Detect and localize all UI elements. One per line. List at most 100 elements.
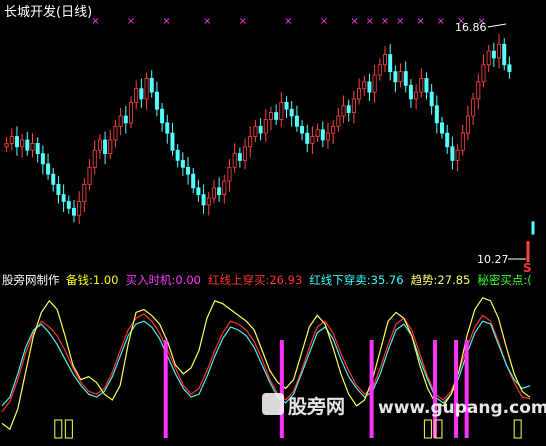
- candle-body: [4, 142, 9, 148]
- candle-body: [481, 64, 486, 83]
- candle-body: [160, 108, 165, 124]
- legend-item: 买入时机:0.00: [125, 273, 200, 287]
- candle-body: [217, 187, 222, 196]
- buy-timing-spike: [454, 340, 459, 438]
- high-price-label: 16.86: [455, 21, 487, 34]
- candle-body: [346, 105, 351, 114]
- signal-x-marker: ×: [239, 16, 247, 27]
- candle-body: [253, 125, 258, 137]
- candle-body: [118, 115, 123, 127]
- buy-timing-spike: [163, 340, 168, 438]
- candle-body: [465, 115, 470, 134]
- candle-body: [289, 108, 294, 117]
- candle-body: [367, 81, 372, 93]
- signal-x-marker: ×: [437, 16, 445, 27]
- candle-body: [196, 187, 201, 196]
- buy-timing-spike: [369, 340, 374, 438]
- candle-body: [336, 115, 341, 127]
- candle-body: [294, 115, 299, 127]
- buy-timing-spike: [279, 340, 284, 438]
- candle-body: [502, 43, 507, 66]
- candle-body: [398, 71, 403, 83]
- candle-body: [388, 54, 393, 72]
- candle-body: [40, 153, 45, 165]
- candle-body: [372, 74, 377, 93]
- candle-body: [331, 125, 336, 134]
- signal-x-marker: ×: [396, 16, 404, 27]
- signal-x-marker: ×: [366, 16, 374, 27]
- candle-body: [20, 139, 25, 148]
- candle-body: [377, 64, 382, 76]
- price-panel: 长城开发(日线) × × × × × × × × × × × × × × × 16.86 10.27 S: [4, 4, 535, 275]
- signal-x-marker: ×: [91, 16, 99, 27]
- candle-body: [139, 88, 144, 100]
- candle-body: [486, 50, 491, 66]
- candle-body: [279, 101, 284, 120]
- candle-body: [455, 149, 460, 161]
- signal-x-marker: ×: [416, 16, 424, 27]
- candle-body: [497, 43, 502, 59]
- candle-body: [9, 136, 14, 144]
- candle-body: [434, 105, 439, 124]
- tail-candle: [531, 221, 535, 235]
- candle-body: [232, 153, 237, 168]
- candle-body: [61, 194, 66, 202]
- candle-body: [445, 132, 450, 148]
- legend-item: 红线上穿买:26.93: [208, 273, 302, 287]
- candle-body: [66, 201, 71, 209]
- candle-body: [71, 207, 76, 216]
- candle-body: [180, 160, 185, 168]
- candle-body: [92, 149, 97, 168]
- candle-body: [165, 122, 170, 134]
- candle-body: [97, 139, 102, 151]
- watermark-url: www.gupang.com: [378, 398, 546, 418]
- candle-body: [56, 183, 61, 196]
- candle-body: [51, 173, 56, 185]
- candle-body: [30, 142, 35, 151]
- candle-body: [206, 197, 211, 206]
- legend-values: 备钱:1.00 买入时机:0.00 红线上穿买:26.93 红线下穿卖:35.76 趋势…: [66, 273, 532, 287]
- candle-body: [35, 142, 40, 155]
- candle-body: [274, 112, 279, 120]
- signal-x-marker: ×: [284, 16, 292, 27]
- signal-markers: × × × × × × × × × × × × × × ×: [91, 16, 485, 27]
- candle-body: [440, 122, 445, 134]
- candle-body: [154, 91, 159, 110]
- legend-item: 秘密买点:(: [477, 273, 531, 287]
- candle-body: [305, 132, 310, 144]
- candle-body: [186, 166, 191, 175]
- reserve-step: [54, 419, 63, 439]
- signal-x-marker: ×: [127, 16, 135, 27]
- candle-body: [300, 125, 305, 134]
- candle-body: [87, 166, 92, 185]
- candle-body: [351, 98, 356, 114]
- stock-chart-screenshot: 长城开发(日线) × × × × × × × × × × × × × × × 16.86 10.27 S 股…: [0, 0, 546, 446]
- candle-body: [471, 98, 476, 117]
- candle-body: [325, 132, 330, 141]
- candle-body: [315, 129, 320, 137]
- candle-body: [424, 78, 429, 93]
- candle-body: [258, 125, 263, 134]
- signal-x-marker: ×: [381, 16, 389, 27]
- candle-body: [25, 139, 30, 151]
- candle-body: [248, 136, 253, 148]
- reserve-step: [64, 419, 73, 439]
- candle-body: [191, 173, 196, 189]
- candle-body: [263, 119, 268, 134]
- candle-body: [284, 101, 289, 110]
- candle-body: [507, 64, 512, 72]
- signal-x-marker: ×: [162, 16, 170, 27]
- legend-item: 趋势:27.85: [411, 273, 471, 287]
- candle-body: [103, 139, 108, 155]
- legend-item: 备钱:1.00: [66, 273, 118, 287]
- candle-body: [429, 91, 434, 107]
- candle-body: [82, 183, 87, 202]
- candle-body: [222, 180, 227, 196]
- candle-body: [382, 54, 387, 66]
- low-price-label: 10.27: [477, 253, 509, 266]
- candle-body: [362, 81, 367, 90]
- candle-body: [243, 146, 248, 161]
- candle-body: [123, 115, 128, 124]
- candle-body: [403, 71, 408, 86]
- candle-body: [170, 132, 175, 151]
